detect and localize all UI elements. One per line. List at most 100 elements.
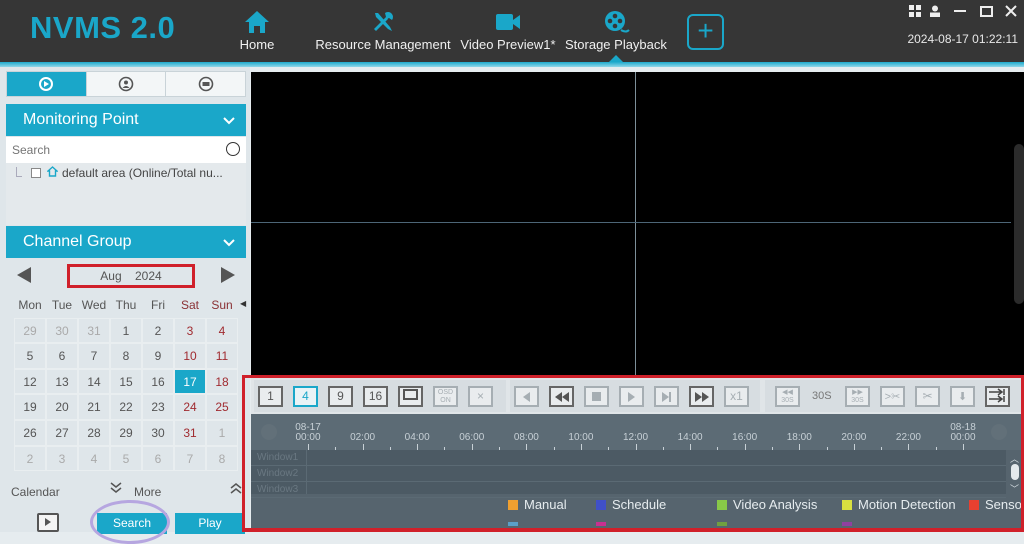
chevron-down-icon bbox=[222, 226, 236, 258]
calendar-day[interactable]: 2 bbox=[14, 445, 46, 472]
face-playback-icon bbox=[118, 76, 134, 92]
search-icon[interactable] bbox=[226, 142, 240, 156]
channel-group-header[interactable]: Channel Group bbox=[6, 226, 246, 258]
search-highlight-annotation bbox=[90, 500, 170, 544]
calendar-day[interactable]: 6 bbox=[46, 343, 78, 369]
tab-face-playback[interactable] bbox=[86, 72, 167, 96]
calendar-day[interactable]: 17 bbox=[174, 368, 206, 395]
top-bar: NVMS 2.0 Home Resource Management Video … bbox=[0, 0, 1024, 62]
weekday-header: Thu bbox=[115, 298, 137, 312]
calendar-day[interactable]: 28 bbox=[78, 419, 110, 446]
app-logo: NVMS 2.0 bbox=[30, 10, 176, 45]
nav-home[interactable]: Home bbox=[236, 8, 278, 60]
minimize-button[interactable] bbox=[951, 3, 969, 21]
nav-storage-playback[interactable]: Storage Playback bbox=[565, 8, 667, 60]
weekday-header: Sun bbox=[211, 298, 233, 312]
calendar-day[interactable]: 24 bbox=[174, 394, 206, 420]
calendar-day[interactable]: 1 bbox=[206, 419, 238, 446]
calendar-day[interactable]: 2 bbox=[142, 317, 174, 344]
tools-icon bbox=[374, 11, 393, 31]
calendar-month-year: Aug 2024 bbox=[67, 264, 195, 288]
calendar-day[interactable]: 12 bbox=[14, 368, 46, 395]
calendar-day[interactable]: 15 bbox=[110, 368, 142, 395]
weekday-header: Sat bbox=[180, 298, 199, 312]
calendar-day[interactable]: 19 bbox=[14, 394, 46, 420]
calendar-day[interactable]: 30 bbox=[46, 317, 78, 344]
calendar-day[interactable]: 7 bbox=[174, 445, 206, 472]
calendar-day[interactable]: 5 bbox=[14, 343, 46, 369]
grid-divider-vertical bbox=[635, 72, 636, 377]
calendar-day[interactable]: 13 bbox=[46, 368, 78, 395]
nav-resource-management[interactable]: Resource Management bbox=[313, 8, 453, 60]
calendar-day[interactable]: 20 bbox=[46, 394, 78, 420]
play-button[interactable]: Play bbox=[175, 513, 245, 534]
user-icon[interactable] bbox=[926, 3, 944, 21]
calendar-day[interactable]: 9 bbox=[142, 343, 174, 369]
tab-vehicle-playback[interactable] bbox=[166, 72, 246, 96]
highlight-bottom-edge bbox=[242, 528, 1024, 532]
chevron-down-icon bbox=[222, 104, 236, 136]
monitoring-point-tree: default area (Online/Total nu... bbox=[6, 163, 246, 225]
calendar-day[interactable]: 18 bbox=[206, 368, 238, 395]
tree-checkbox[interactable] bbox=[31, 168, 41, 178]
calendar-day[interactable]: 21 bbox=[78, 394, 110, 420]
calendar-day[interactable]: 8 bbox=[110, 343, 142, 369]
nav-video-preview[interactable]: Video Preview1* bbox=[458, 8, 558, 60]
monitoring-point-search bbox=[6, 137, 246, 163]
layout-grid-icon[interactable] bbox=[906, 3, 924, 21]
calendar-day[interactable]: 30 bbox=[142, 419, 174, 446]
calendar-day[interactable]: 25 bbox=[206, 394, 238, 420]
video-window-2[interactable] bbox=[636, 72, 1011, 222]
calendar-day[interactable]: 1 bbox=[110, 317, 142, 344]
calendar-day[interactable]: 22 bbox=[110, 394, 142, 420]
playback-icon bbox=[39, 77, 54, 91]
calendar-day[interactable]: 26 bbox=[14, 419, 46, 446]
calendar-day[interactable]: 7 bbox=[78, 343, 110, 369]
double-chevron-down-icon[interactable] bbox=[109, 481, 123, 498]
calendar-day[interactable]: 6 bbox=[142, 445, 174, 472]
calendar-day[interactable]: 4 bbox=[206, 317, 238, 344]
maximize-button[interactable] bbox=[977, 3, 995, 21]
close-button[interactable] bbox=[1002, 3, 1020, 21]
active-tab-indicator bbox=[609, 55, 623, 62]
tree-item-default-area[interactable]: default area (Online/Total nu... bbox=[62, 166, 223, 180]
next-month-button[interactable] bbox=[221, 267, 235, 283]
prev-month-button[interactable] bbox=[17, 267, 31, 283]
calendar-day[interactable]: 23 bbox=[142, 394, 174, 420]
calendar-day[interactable]: 3 bbox=[174, 317, 206, 344]
calendar-day[interactable]: 29 bbox=[14, 317, 46, 344]
double-chevron-up-icon[interactable] bbox=[229, 481, 243, 498]
calendar-day[interactable]: 27 bbox=[46, 419, 78, 446]
calendar-day[interactable]: 31 bbox=[78, 317, 110, 344]
calendar-day[interactable]: 3 bbox=[46, 445, 78, 472]
left-panel: Monitoring Point default area (Online/To… bbox=[0, 67, 250, 534]
calendar-day[interactable]: 16 bbox=[142, 368, 174, 395]
video-window-3[interactable] bbox=[251, 223, 635, 377]
collapse-panel-handle[interactable]: ◀ bbox=[240, 299, 248, 313]
weekday-header: Wed bbox=[81, 298, 107, 312]
calendar-day[interactable]: 29 bbox=[110, 419, 142, 446]
add-tab-button[interactable]: + bbox=[687, 14, 724, 50]
more-toggle[interactable]: More bbox=[134, 485, 161, 499]
calendar-day[interactable]: 5 bbox=[110, 445, 142, 472]
video-scrollbar[interactable] bbox=[1014, 144, 1024, 304]
search-input[interactable] bbox=[6, 137, 216, 163]
tab-general-playback[interactable] bbox=[7, 72, 87, 96]
calendar-day[interactable]: 4 bbox=[78, 445, 110, 472]
calendar-day[interactable]: 8 bbox=[206, 445, 238, 472]
video-window-4[interactable] bbox=[636, 223, 1011, 377]
calendar-day[interactable]: 31 bbox=[174, 419, 206, 446]
calendar: Aug 2024 Mon Tue Wed Thu Fri Sat Sun 29 30 31 1 2 3 4… bbox=[6, 263, 246, 472]
calendar-nav: Aug 2024 bbox=[6, 263, 246, 289]
calendar-day[interactable]: 11 bbox=[206, 343, 238, 369]
home-icon bbox=[46, 166, 59, 180]
playback-mode-tabs bbox=[6, 71, 246, 97]
calendar-day[interactable]: 14 bbox=[78, 368, 110, 395]
calendar-day[interactable]: 10 bbox=[174, 343, 206, 369]
record-file-icon[interactable] bbox=[37, 513, 59, 532]
home-icon bbox=[245, 11, 269, 33]
video-window-1[interactable] bbox=[251, 72, 635, 222]
system-clock: 2024-08-17 01:22:11 bbox=[907, 32, 1018, 46]
vehicle-playback-icon bbox=[198, 76, 213, 92]
monitoring-point-header[interactable]: Monitoring Point bbox=[6, 104, 246, 136]
